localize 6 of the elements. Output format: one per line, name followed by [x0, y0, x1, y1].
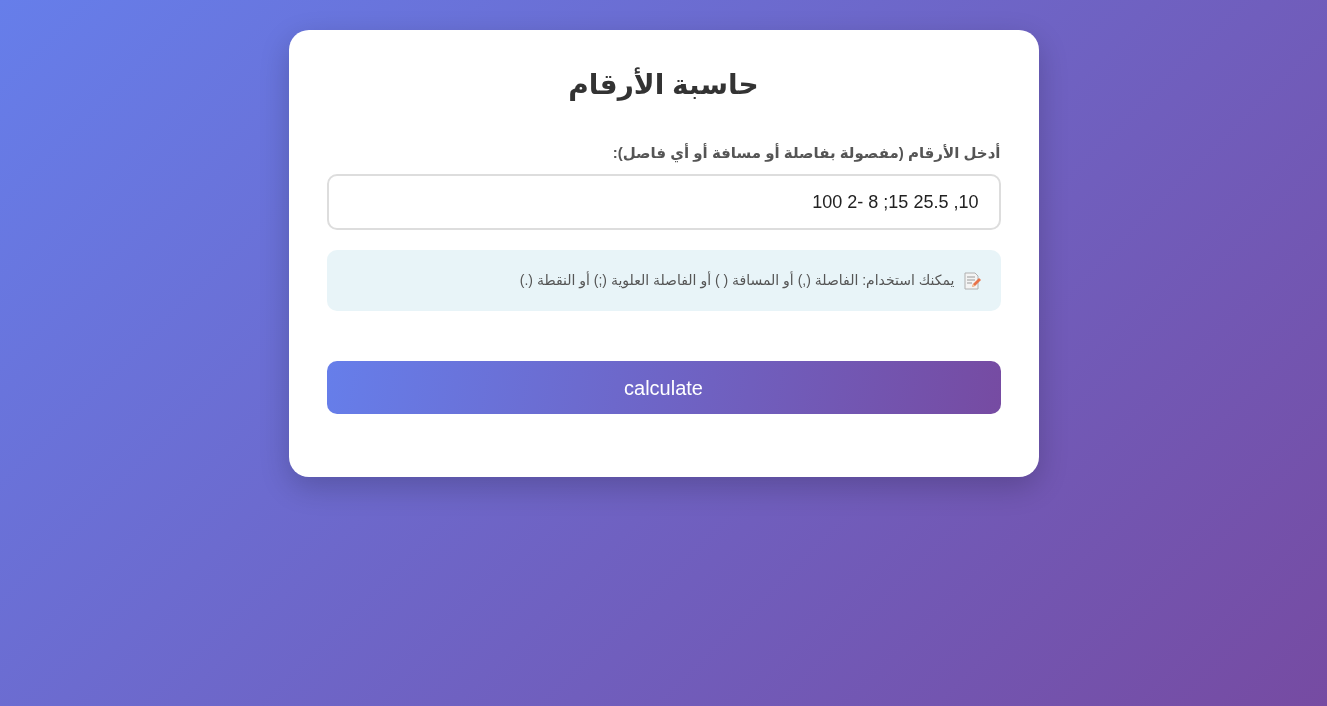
- page-title: حاسبة الأرقام: [567, 68, 760, 102]
- numbers-input-field[interactable]: 10, 25.5 15; 8 -2 100: [326, 174, 1001, 231]
- hint-text: يمكنك استخدام: الفاصلة (,) أو المسافة ( ) أو الفاصلة العلوية (;) أو النقطة (.): [519, 270, 955, 291]
- memo-pencil-icon: [962, 271, 981, 290]
- input-label: أدخل الأرقام (مفصولة بفاصلة أو مسافة أو أي فاصل):: [611, 142, 1001, 165]
- calculate-button[interactable]: calculate: [326, 361, 1001, 415]
